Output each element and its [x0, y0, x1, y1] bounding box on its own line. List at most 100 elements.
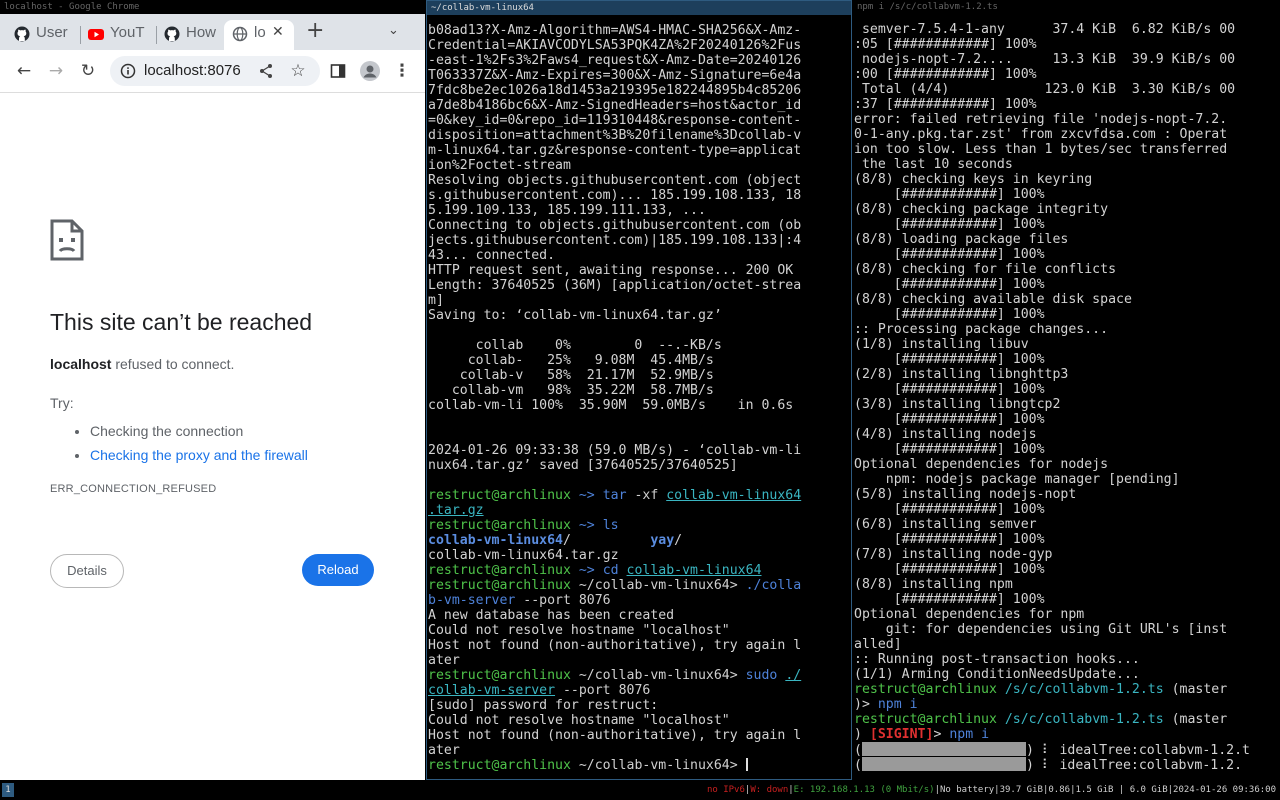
disk-status: 39.7 GiB — [999, 785, 1043, 795]
prompt-user: restruct@archlinux — [428, 488, 571, 503]
command: ls — [602, 518, 619, 533]
details-button[interactable]: Details — [50, 554, 124, 588]
workspace-indicator[interactable]: 1 — [2, 783, 14, 797]
chrome-window-title: localhost - Google Chrome — [0, 0, 425, 14]
terminal-line: [sudo] password for restruct: — [428, 698, 659, 713]
command: npm i — [949, 727, 990, 742]
error-page: This site can’t be reached localhost ref… — [0, 93, 425, 780]
terminal-line: (5/8) installing nodejs-nopt — [854, 487, 1077, 502]
tab-how[interactable]: How — [164, 20, 220, 50]
error-host: localhost — [50, 356, 112, 372]
terminal-line: restruct@archlinux ~> ls — [428, 518, 851, 533]
tab-search-chevron-icon[interactable]: ⌄ — [388, 23, 399, 38]
reload-button[interactable]: Reload — [302, 554, 374, 586]
terminal-line: [############] 100% — [854, 352, 1045, 367]
memory-status: 1.5 GiB — [1075, 785, 1114, 795]
close-tab-icon[interactable]: ✕ — [272, 24, 284, 40]
terminal-line: Optional dependencies for npm — [854, 607, 1085, 622]
terminal-line: m] — [428, 293, 444, 308]
terminal-line: [############] 100% — [854, 442, 1045, 457]
terminal-line: alled] — [854, 637, 902, 652]
menu-kebab-icon[interactable]: ⋮ — [390, 59, 414, 83]
tab-youtube[interactable]: YouT — [88, 20, 148, 50]
terminal-line: restruct@archlinux /s/c/collabvm-1.2.ts … — [854, 682, 1280, 697]
prompt-user: restruct@archlinux — [428, 668, 571, 683]
new-tab-icon[interactable]: + — [306, 18, 324, 43]
terminal-line: (8/8) loading package files — [854, 232, 1069, 247]
prompt-continuation: )> — [854, 697, 878, 712]
terminal-title: ~/collab-vm-linux64 — [427, 1, 851, 15]
terminal-line: :05 [############] 100% — [854, 37, 1037, 52]
terminal-line: ) [SIGINT]> npm i — [854, 727, 990, 742]
terminal-line: [############] 100% — [854, 277, 1045, 292]
terminal-line: Credential=AKIAVCODYLSA53PQK4ZA%2F202401… — [428, 38, 802, 53]
terminal-line: Length: 37640525 (36M) [application/octe… — [428, 278, 802, 293]
terminal-line: Optional dependencies for nodejs — [854, 457, 1109, 472]
prompt-user: restruct@archlinux — [854, 682, 997, 697]
terminal-line: [############] 100% — [854, 532, 1045, 547]
ls-directory: yay — [650, 533, 675, 548]
ls-separator: / — [562, 533, 651, 548]
git-branch: (master — [1163, 682, 1228, 697]
terminal-title: npm i /s/c/collabvm-1.2.ts — [853, 0, 1280, 14]
status-items: no IPv6|W: down|E: 192.168.1.13 (0 Mbit/… — [706, 785, 1276, 795]
tab-label: YouT — [110, 24, 145, 41]
terminal-collab-vm[interactable]: ~/collab-vm-linux64 b08ad13?X-Amz-Algori… — [426, 0, 852, 780]
terminal-npm[interactable]: npm i /s/c/collabvm-1.2.ts semver-7.5.4-… — [853, 0, 1280, 780]
terminal-line: 0-1-any.pkg.tar.zst' from zxcvfdsa.com :… — [854, 127, 1228, 142]
profile-avatar-icon[interactable] — [358, 59, 382, 83]
redacted-progress-bar — [861, 742, 1026, 756]
forward-arrow-icon[interactable]: → — [44, 59, 68, 83]
tab-user[interactable]: User — [14, 20, 72, 50]
terminal-line: ion too slow. Less than 1 bytes/sec tran… — [854, 142, 1228, 157]
error-code: ERR_CONNECTION_REFUSED — [50, 483, 217, 495]
terminal-line: (1/1) Arming ConditionNeedsUpdate... — [854, 667, 1140, 682]
terminal-line: nodejs-nopt-7.2.... 13.3 KiB 39.9 KiB/s … — [854, 52, 1236, 67]
tab-label: How — [186, 24, 217, 41]
command: sudo — [745, 668, 778, 683]
suggestion-proxy-item: Checking the proxy and the firewall — [90, 443, 308, 467]
command: b-vm-server — [428, 593, 516, 608]
git-branch: (master — [1163, 712, 1228, 727]
status-bar: 1 no IPv6|W: down|E: 192.168.1.13 (0 Mbi… — [0, 780, 1280, 800]
terminal-output: b08ad13?X-Amz-Algorithm=AWS4-HMAC-SHA256… — [428, 23, 851, 773]
terminal-line: [############] 100% — [854, 562, 1045, 577]
reload-icon[interactable]: ↻ — [76, 59, 100, 83]
site-info-icon[interactable] — [120, 63, 136, 83]
terminal-line: Could not resolve hostname "localhost" — [428, 623, 730, 638]
back-arrow-icon[interactable]: ← — [12, 59, 36, 83]
terminal-scrollback: b08ad13?X-Amz-Algorithm=AWS4-HMAC-SHA256… — [428, 23, 851, 488]
terminal-line: restruct@archlinux ~/collab-vm-linux64> … — [428, 668, 851, 683]
terminal-line: :: Processing package changes... — [854, 322, 1109, 337]
terminal-line: (1/8) installing libuv — [854, 337, 1029, 352]
terminal-line: 43... connected. — [428, 248, 556, 263]
side-panel-icon[interactable] — [326, 59, 350, 83]
prompt-user: restruct@archlinux — [428, 578, 571, 593]
prompt-path: /s/c/collabvm-1.2.ts — [996, 682, 1164, 697]
command-file: collab-vm-linux64 — [626, 563, 762, 578]
terminal-line: restruct@archlinux /s/c/collabvm-1.2.ts … — [854, 712, 1280, 727]
terminal-line: (8/8) checking available disk space — [854, 292, 1132, 307]
terminal-line: (2/8) installing libnghttp3 — [854, 367, 1069, 382]
terminal-output: semver-7.5.4-1-any 37.4 KiB 6.82 KiB/s 0… — [854, 22, 1280, 772]
command-file: collab-vm-linux64 — [666, 488, 802, 503]
terminal-line: [############] 100% — [854, 217, 1045, 232]
load-status: 0.86 — [1048, 785, 1071, 795]
terminal-line: restruct@archlinux ~> tar -xf collab-vm-… — [428, 488, 851, 503]
prompt-user: restruct@archlinux — [428, 563, 571, 578]
terminal-line: collab- 25% 9.08M 45.4MB/s — [428, 353, 714, 368]
terminal-line: Resolving objects.githubusercontent.com … — [428, 173, 802, 188]
globe-icon — [232, 25, 248, 42]
terminal-line: collab-vm-linux64.tar.gz — [428, 548, 619, 563]
terminal-line: [############] 100% — [854, 412, 1045, 427]
terminal-line: restruct@archlinux ~/collab-vm-linux64> … — [428, 578, 851, 593]
share-icon[interactable] — [254, 59, 278, 83]
bookmark-star-icon[interactable]: ☆ — [286, 59, 310, 83]
suggestion-proxy-link[interactable]: Checking the proxy and the firewall — [90, 447, 308, 463]
prompt-path: ~/collab-vm-linux64> — [570, 668, 746, 683]
terminal-line: git: for dependencies using Git URL's [i… — [854, 622, 1228, 637]
terminal-line: Host not found (non-authoritative), try … — [428, 638, 802, 653]
sigint-bracket: [ — [861, 727, 878, 742]
browser-toolbar: ← → ↻ localhost:8076 ☆ ⋮ — [0, 50, 425, 93]
